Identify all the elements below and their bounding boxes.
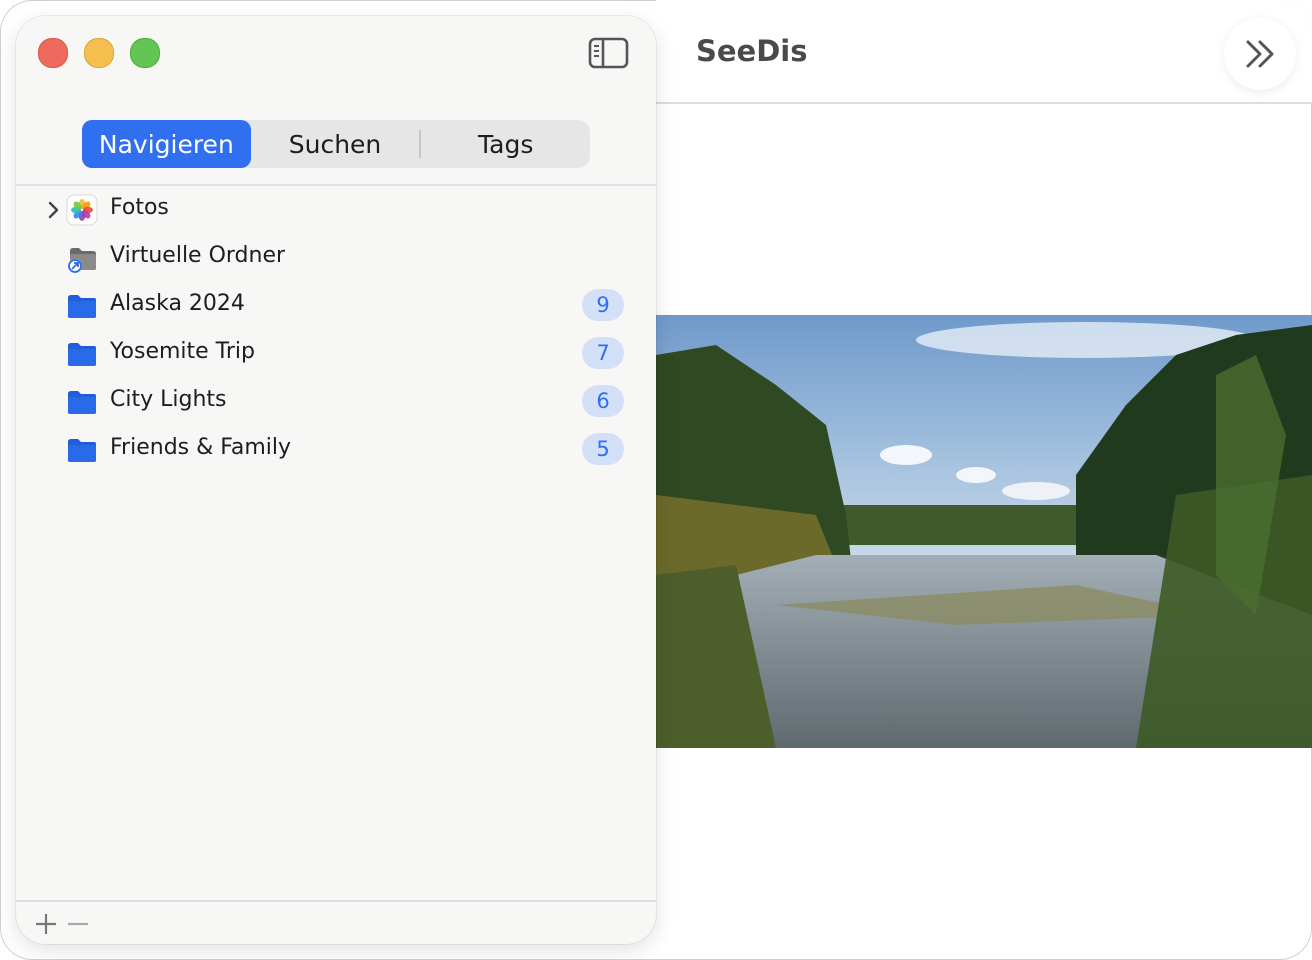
mode-segmented-control: Navigieren Suchen Tags bbox=[82, 120, 590, 168]
folder-icon bbox=[68, 295, 96, 318]
sidebar-item-label: Friends & Family bbox=[110, 435, 292, 460]
count-badge: 5 bbox=[582, 433, 624, 465]
count-badge: 6 bbox=[582, 385, 624, 417]
sidebar-item-city-lights[interactable]: City Lights 6 bbox=[16, 378, 656, 426]
sidebar-item-label: Alaska 2024 bbox=[110, 291, 245, 316]
sidebar-item-alaska-2024[interactable]: Alaska 2024 9 bbox=[16, 282, 656, 330]
app-title: SeeDis bbox=[696, 34, 808, 68]
plus-icon bbox=[36, 914, 56, 934]
tab-navigieren[interactable]: Navigieren bbox=[82, 120, 251, 168]
photos-app-icon bbox=[66, 194, 98, 226]
count-badge: 7 bbox=[582, 337, 624, 369]
minus-icon bbox=[68, 922, 88, 926]
sidebar: Navigieren Suchen Tags Fotos Virtuelle O… bbox=[16, 16, 656, 944]
sidebar-toggle-icon bbox=[588, 37, 629, 69]
tab-suchen[interactable]: Suchen bbox=[251, 120, 420, 168]
count-badge: 9 bbox=[582, 289, 624, 321]
add-button[interactable] bbox=[32, 910, 60, 938]
main-header: SeeDis bbox=[656, 0, 1312, 104]
sidebar-item-fotos[interactable]: Fotos bbox=[16, 186, 656, 234]
sidebar-toggle-button[interactable] bbox=[588, 36, 630, 70]
sidebar-item-label: Virtuelle Ordner bbox=[110, 243, 286, 268]
landscape-photo bbox=[656, 315, 1312, 748]
divider bbox=[16, 900, 656, 902]
sidebar-item-label: Fotos bbox=[110, 195, 169, 220]
tab-tags[interactable]: Tags bbox=[421, 120, 590, 168]
zoom-window-button[interactable] bbox=[130, 38, 160, 68]
minimize-window-button[interactable] bbox=[84, 38, 114, 68]
double-chevron-right-icon bbox=[1246, 40, 1274, 68]
sidebar-item-label: City Lights bbox=[110, 387, 227, 412]
folder-icon bbox=[68, 439, 96, 462]
app-window: SeeDis Navigieren Suchen Tags Fotos Virt… bbox=[0, 0, 1312, 960]
forward-button[interactable] bbox=[1224, 18, 1296, 90]
virtual-folder-icon bbox=[68, 248, 96, 273]
sidebar-item-label: Yosemite Trip bbox=[110, 339, 255, 364]
photo-preview[interactable] bbox=[656, 315, 1312, 748]
sidebar-item-virtuelle-ordner[interactable]: Virtuelle Ordner bbox=[16, 234, 656, 282]
sidebar-item-yosemite-trip[interactable]: Yosemite Trip 7 bbox=[16, 330, 656, 378]
remove-button[interactable] bbox=[64, 910, 92, 938]
sidebar-item-friends-family[interactable]: Friends & Family 5 bbox=[16, 426, 656, 474]
folder-icon bbox=[68, 343, 96, 366]
close-window-button[interactable] bbox=[38, 38, 68, 68]
folder-icon bbox=[68, 391, 96, 414]
chevron-right-icon[interactable] bbox=[46, 200, 62, 220]
